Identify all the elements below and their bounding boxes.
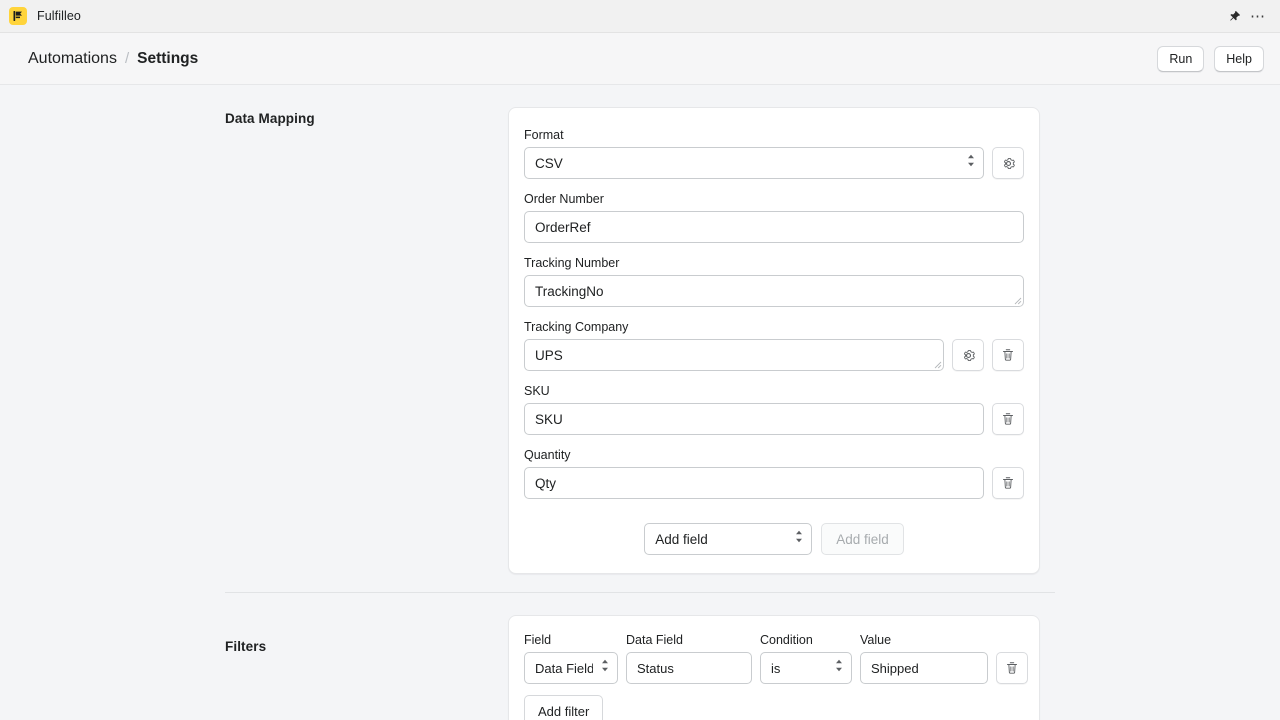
field-textarea[interactable] [524, 275, 1024, 307]
filters-body: Field Data Field Condition Value Add fil… [508, 615, 1040, 720]
filters-col-value: Value [860, 633, 988, 647]
data-mapping-heading: Data Mapping [225, 107, 508, 574]
section-data-mapping: Data Mapping Format [0, 85, 1280, 574]
page-content: Data Mapping Format [0, 85, 1280, 720]
field-label: Tracking Company [524, 320, 1024, 334]
field-delete-button[interactable] [992, 339, 1024, 371]
field-row [524, 339, 1024, 371]
field-quantity: Quantity [524, 448, 1024, 499]
ellipsis-icon[interactable]: ⋯ [1246, 4, 1270, 28]
help-button[interactable]: Help [1214, 46, 1264, 72]
field-delete-button[interactable] [992, 403, 1024, 435]
filter-row [524, 652, 1024, 684]
field-row [524, 467, 1024, 499]
filters-column-headers: Field Data Field Condition Value [524, 633, 1024, 647]
filter-data-field-input[interactable] [626, 652, 752, 684]
field-row [524, 211, 1024, 243]
field-order-number: Order Number [524, 192, 1024, 243]
field-label: Quantity [524, 448, 1024, 462]
field-input[interactable] [524, 403, 984, 435]
section-divider [225, 592, 1055, 593]
textarea-wrap [524, 275, 1024, 307]
filter-delete-button[interactable] [996, 652, 1028, 684]
data-mapping-card: Format [508, 107, 1040, 574]
breadcrumb-settings: Settings [137, 50, 198, 68]
filter-condition-select[interactable] [760, 652, 852, 684]
filter-rows-list [524, 652, 1024, 684]
field-sku: SKU [524, 384, 1024, 435]
field-label: Order Number [524, 192, 1024, 206]
filter-value-input[interactable] [860, 652, 988, 684]
field-label: SKU [524, 384, 1024, 398]
mapping-fields-list: Order Number Tracking Number Tracking Comp… [524, 192, 1024, 499]
window-titlebar: Fulfilleo ⋯ [0, 0, 1280, 33]
filters-col-field: Field [524, 633, 618, 647]
add-field-select-wrap [644, 523, 812, 555]
filters-col-data-field: Data Field [626, 633, 752, 647]
filters-col-condition: Condition [760, 633, 852, 647]
add-field-select[interactable] [644, 523, 812, 555]
field-tracking-number: Tracking Number [524, 256, 1024, 307]
app-title: Fulfilleo [37, 9, 81, 23]
filter-field-select[interactable] [524, 652, 618, 684]
top-navigation-bar: Automations / Settings Run Help [0, 33, 1280, 85]
textarea-wrap [524, 339, 944, 371]
breadcrumb-separator: / [125, 50, 129, 67]
field-label: Tracking Number [524, 256, 1024, 270]
field-row [524, 403, 1024, 435]
field-input[interactable] [524, 467, 984, 499]
field-settings-button[interactable] [952, 339, 984, 371]
field-input[interactable] [524, 211, 1024, 243]
pin-icon[interactable] [1222, 4, 1246, 28]
filter-condition-select-wrap [760, 652, 852, 684]
format-row [524, 147, 1024, 179]
breadcrumb-automations[interactable]: Automations [28, 50, 117, 68]
format-settings-button[interactable] [992, 147, 1024, 179]
format-select-wrap [524, 147, 984, 179]
breadcrumb: Automations / Settings [28, 50, 198, 68]
filters-card: Field Data Field Condition Value Add fil… [508, 615, 1040, 720]
add-field-button[interactable]: Add field [821, 523, 904, 555]
filter-field-select-wrap [524, 652, 618, 684]
field-textarea[interactable] [524, 339, 944, 371]
run-button[interactable]: Run [1157, 46, 1204, 72]
field-row [524, 275, 1024, 307]
field-tracking-company: Tracking Company [524, 320, 1024, 371]
field-format: Format [524, 128, 1024, 179]
add-field-row: Add field [524, 523, 1024, 555]
field-delete-button[interactable] [992, 467, 1024, 499]
fulfilleo-logo-icon [9, 7, 27, 25]
format-label: Format [524, 128, 1024, 142]
add-filter-button[interactable]: Add filter [524, 695, 603, 720]
top-actions: Run Help [1157, 46, 1264, 72]
filters-heading: Filters [225, 615, 508, 720]
format-select[interactable] [524, 147, 984, 179]
section-filters: Filters Field Data Field Condition Value… [0, 615, 1280, 720]
data-mapping-body: Format [508, 107, 1040, 574]
